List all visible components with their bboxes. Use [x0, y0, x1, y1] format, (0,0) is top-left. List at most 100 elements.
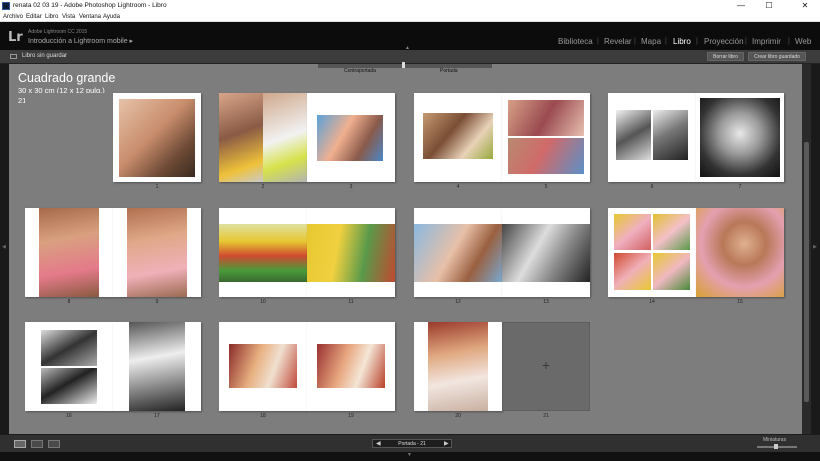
photo[interactable]	[616, 110, 651, 160]
book-page[interactable]	[113, 93, 201, 182]
photo[interactable]	[428, 322, 488, 411]
page-number: 9	[155, 299, 159, 305]
page-number: 21	[543, 413, 549, 419]
cover-slider-knob[interactable]	[402, 62, 405, 68]
photo[interactable]	[414, 224, 502, 282]
catalog-name[interactable]: Introducción a Lightroom mobile ▸	[28, 37, 133, 45]
module-revelar[interactable]: Revelar	[604, 37, 632, 46]
book-page[interactable]	[414, 322, 502, 411]
menu-libro[interactable]: Libro	[45, 12, 58, 22]
photo[interactable]	[653, 214, 690, 250]
book-spread[interactable]: 18 19	[219, 322, 395, 419]
photo[interactable]	[219, 224, 307, 282]
module-libro[interactable]: Libro	[673, 37, 691, 46]
book-page[interactable]	[502, 93, 590, 182]
photo[interactable]	[219, 93, 263, 182]
book-spread[interactable]: 16 17	[25, 322, 201, 419]
book-page[interactable]	[219, 322, 307, 411]
book-spread[interactable]: 6 7	[608, 93, 784, 190]
book-spread[interactable]: 8 9	[25, 208, 201, 305]
menu-archivo[interactable]: Archivo	[3, 12, 23, 22]
right-panel-grip[interactable]: ▶	[811, 64, 820, 434]
book-page[interactable]	[502, 208, 590, 297]
maximize-button[interactable]: ☐	[756, 0, 782, 12]
menu-vista[interactable]: Vista	[62, 12, 75, 22]
photo[interactable]	[423, 113, 493, 159]
book-spread[interactable]: 12 13	[414, 208, 590, 305]
thumbnail-size-knob[interactable]	[774, 444, 778, 449]
create-saved-book-button[interactable]: Crear libro guardado	[748, 52, 806, 61]
minimize-button[interactable]: —	[728, 0, 754, 12]
module-biblioteca[interactable]: Biblioteca	[558, 37, 593, 46]
photo[interactable]	[229, 344, 297, 388]
photo[interactable]	[614, 214, 651, 250]
book-spread[interactable]: 2 3	[219, 93, 395, 190]
photo[interactable]	[653, 110, 688, 160]
clear-book-button[interactable]: Borrar libro	[707, 52, 744, 61]
book-page[interactable]	[25, 322, 113, 411]
photo[interactable]	[263, 93, 307, 182]
book-page[interactable]	[113, 208, 201, 297]
previous-page-button[interactable]: ◀	[376, 440, 381, 447]
module-proyeccion[interactable]: Proyección	[704, 37, 744, 46]
menu-ventana[interactable]: Ventana	[79, 12, 101, 22]
menu-editar[interactable]: Editar	[26, 12, 42, 22]
add-page-icon[interactable]: +	[503, 357, 589, 373]
photo[interactable]	[41, 368, 97, 404]
book-page[interactable]	[696, 93, 784, 182]
multi-page-view-button[interactable]	[14, 440, 26, 448]
scrollbar-thumb[interactable]	[804, 142, 809, 402]
page-number: 17	[154, 413, 160, 419]
photo[interactable]	[508, 100, 584, 136]
book-page[interactable]	[113, 322, 201, 411]
book-page[interactable]	[307, 208, 395, 297]
photo[interactable]	[653, 253, 690, 290]
page-number: 4	[456, 184, 460, 190]
module-imprimir[interactable]: Imprimir	[752, 37, 781, 46]
photo[interactable]	[502, 224, 590, 282]
book-page[interactable]	[696, 208, 784, 297]
book-page[interactable]	[219, 208, 307, 297]
photo[interactable]	[700, 98, 780, 177]
book-page[interactable]	[25, 208, 113, 297]
photo[interactable]	[119, 99, 195, 177]
book-page[interactable]	[414, 93, 502, 182]
photo[interactable]	[41, 330, 97, 366]
page-number: 18	[260, 413, 266, 419]
photo[interactable]	[614, 253, 651, 290]
book-spread[interactable]: 4 5	[414, 93, 590, 190]
expand-left-panel-icon[interactable]: ◀	[2, 244, 6, 250]
module-mapa[interactable]: Mapa	[641, 37, 661, 46]
photo[interactable]	[129, 322, 185, 411]
photo[interactable]	[508, 138, 584, 174]
expand-filmstrip-icon[interactable]: ▼	[407, 452, 412, 458]
page-number: 20	[455, 413, 461, 419]
book-page[interactable]	[608, 93, 696, 182]
book-page[interactable]	[608, 208, 696, 297]
next-page-button[interactable]: ▶	[444, 440, 449, 447]
single-page-view-button[interactable]	[48, 440, 60, 448]
book-spread[interactable]: 1	[25, 93, 201, 190]
spread-view-button[interactable]	[31, 440, 43, 448]
module-web[interactable]: Web	[795, 37, 811, 46]
book-page[interactable]	[414, 208, 502, 297]
left-panel-grip[interactable]: ◀	[0, 64, 9, 434]
product-name: Adobe Lightroom CC 2015	[28, 29, 88, 35]
expand-right-panel-icon[interactable]: ▶	[813, 244, 817, 250]
book-spread[interactable]: 14 15	[608, 208, 784, 305]
menu-ayuda[interactable]: Ayuda	[103, 12, 120, 22]
photo[interactable]	[127, 208, 187, 297]
book-page[interactable]	[219, 93, 307, 182]
book-spread[interactable]: + 20 21	[414, 322, 590, 419]
book-spread[interactable]: 10 11	[219, 208, 395, 305]
empty-page[interactable]: +	[502, 322, 590, 411]
photo[interactable]	[317, 115, 383, 161]
photo[interactable]	[317, 344, 385, 388]
photo[interactable]	[307, 224, 395, 282]
photo[interactable]	[696, 208, 784, 297]
book-page[interactable]	[307, 322, 395, 411]
filmstrip-grip[interactable]: ▼	[0, 452, 820, 461]
book-page[interactable]	[307, 93, 395, 182]
close-button[interactable]: ✕	[792, 0, 818, 12]
photo[interactable]	[39, 208, 99, 297]
